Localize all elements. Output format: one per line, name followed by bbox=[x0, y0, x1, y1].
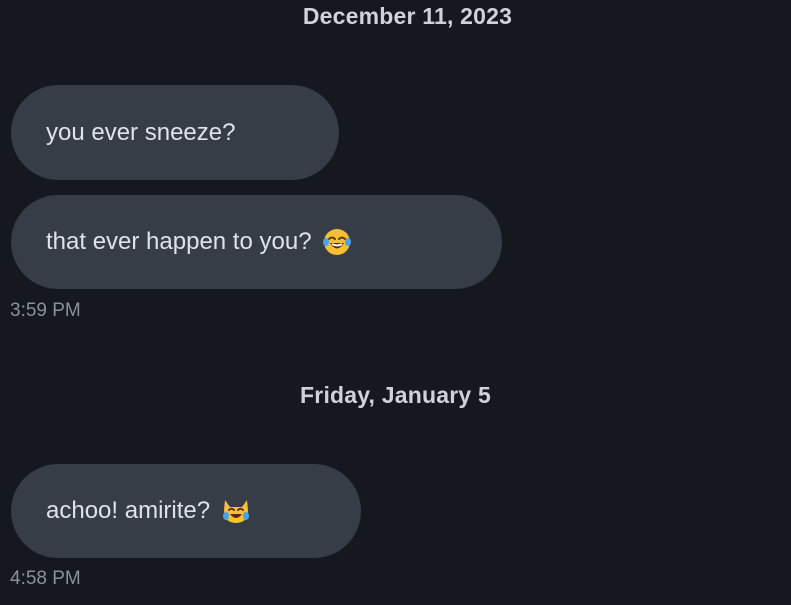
message-timestamp: 4:58 PM bbox=[10, 568, 81, 589]
message-timestamp: 3:59 PM bbox=[10, 300, 81, 321]
date-header: December 11, 2023 bbox=[302, 3, 513, 29]
message-text: achoo! amirite? bbox=[46, 497, 211, 524]
message-bubble[interactable]: achoo! amirite? bbox=[11, 464, 361, 558]
message-thread: December 11, 2023 you ever sneeze? that … bbox=[0, 0, 791, 605]
message-bubble[interactable]: that ever happen to you? bbox=[11, 195, 502, 289]
message-text: that ever happen to you? bbox=[46, 228, 312, 255]
cat-with-tears-of-joy-icon bbox=[220, 496, 250, 526]
message-text: you ever sneeze? bbox=[46, 118, 236, 146]
date-header: Friday, January 5 bbox=[300, 382, 491, 408]
message-bubble[interactable]: you ever sneeze? bbox=[11, 85, 339, 180]
face-with-tears-of-joy-icon bbox=[322, 227, 352, 257]
